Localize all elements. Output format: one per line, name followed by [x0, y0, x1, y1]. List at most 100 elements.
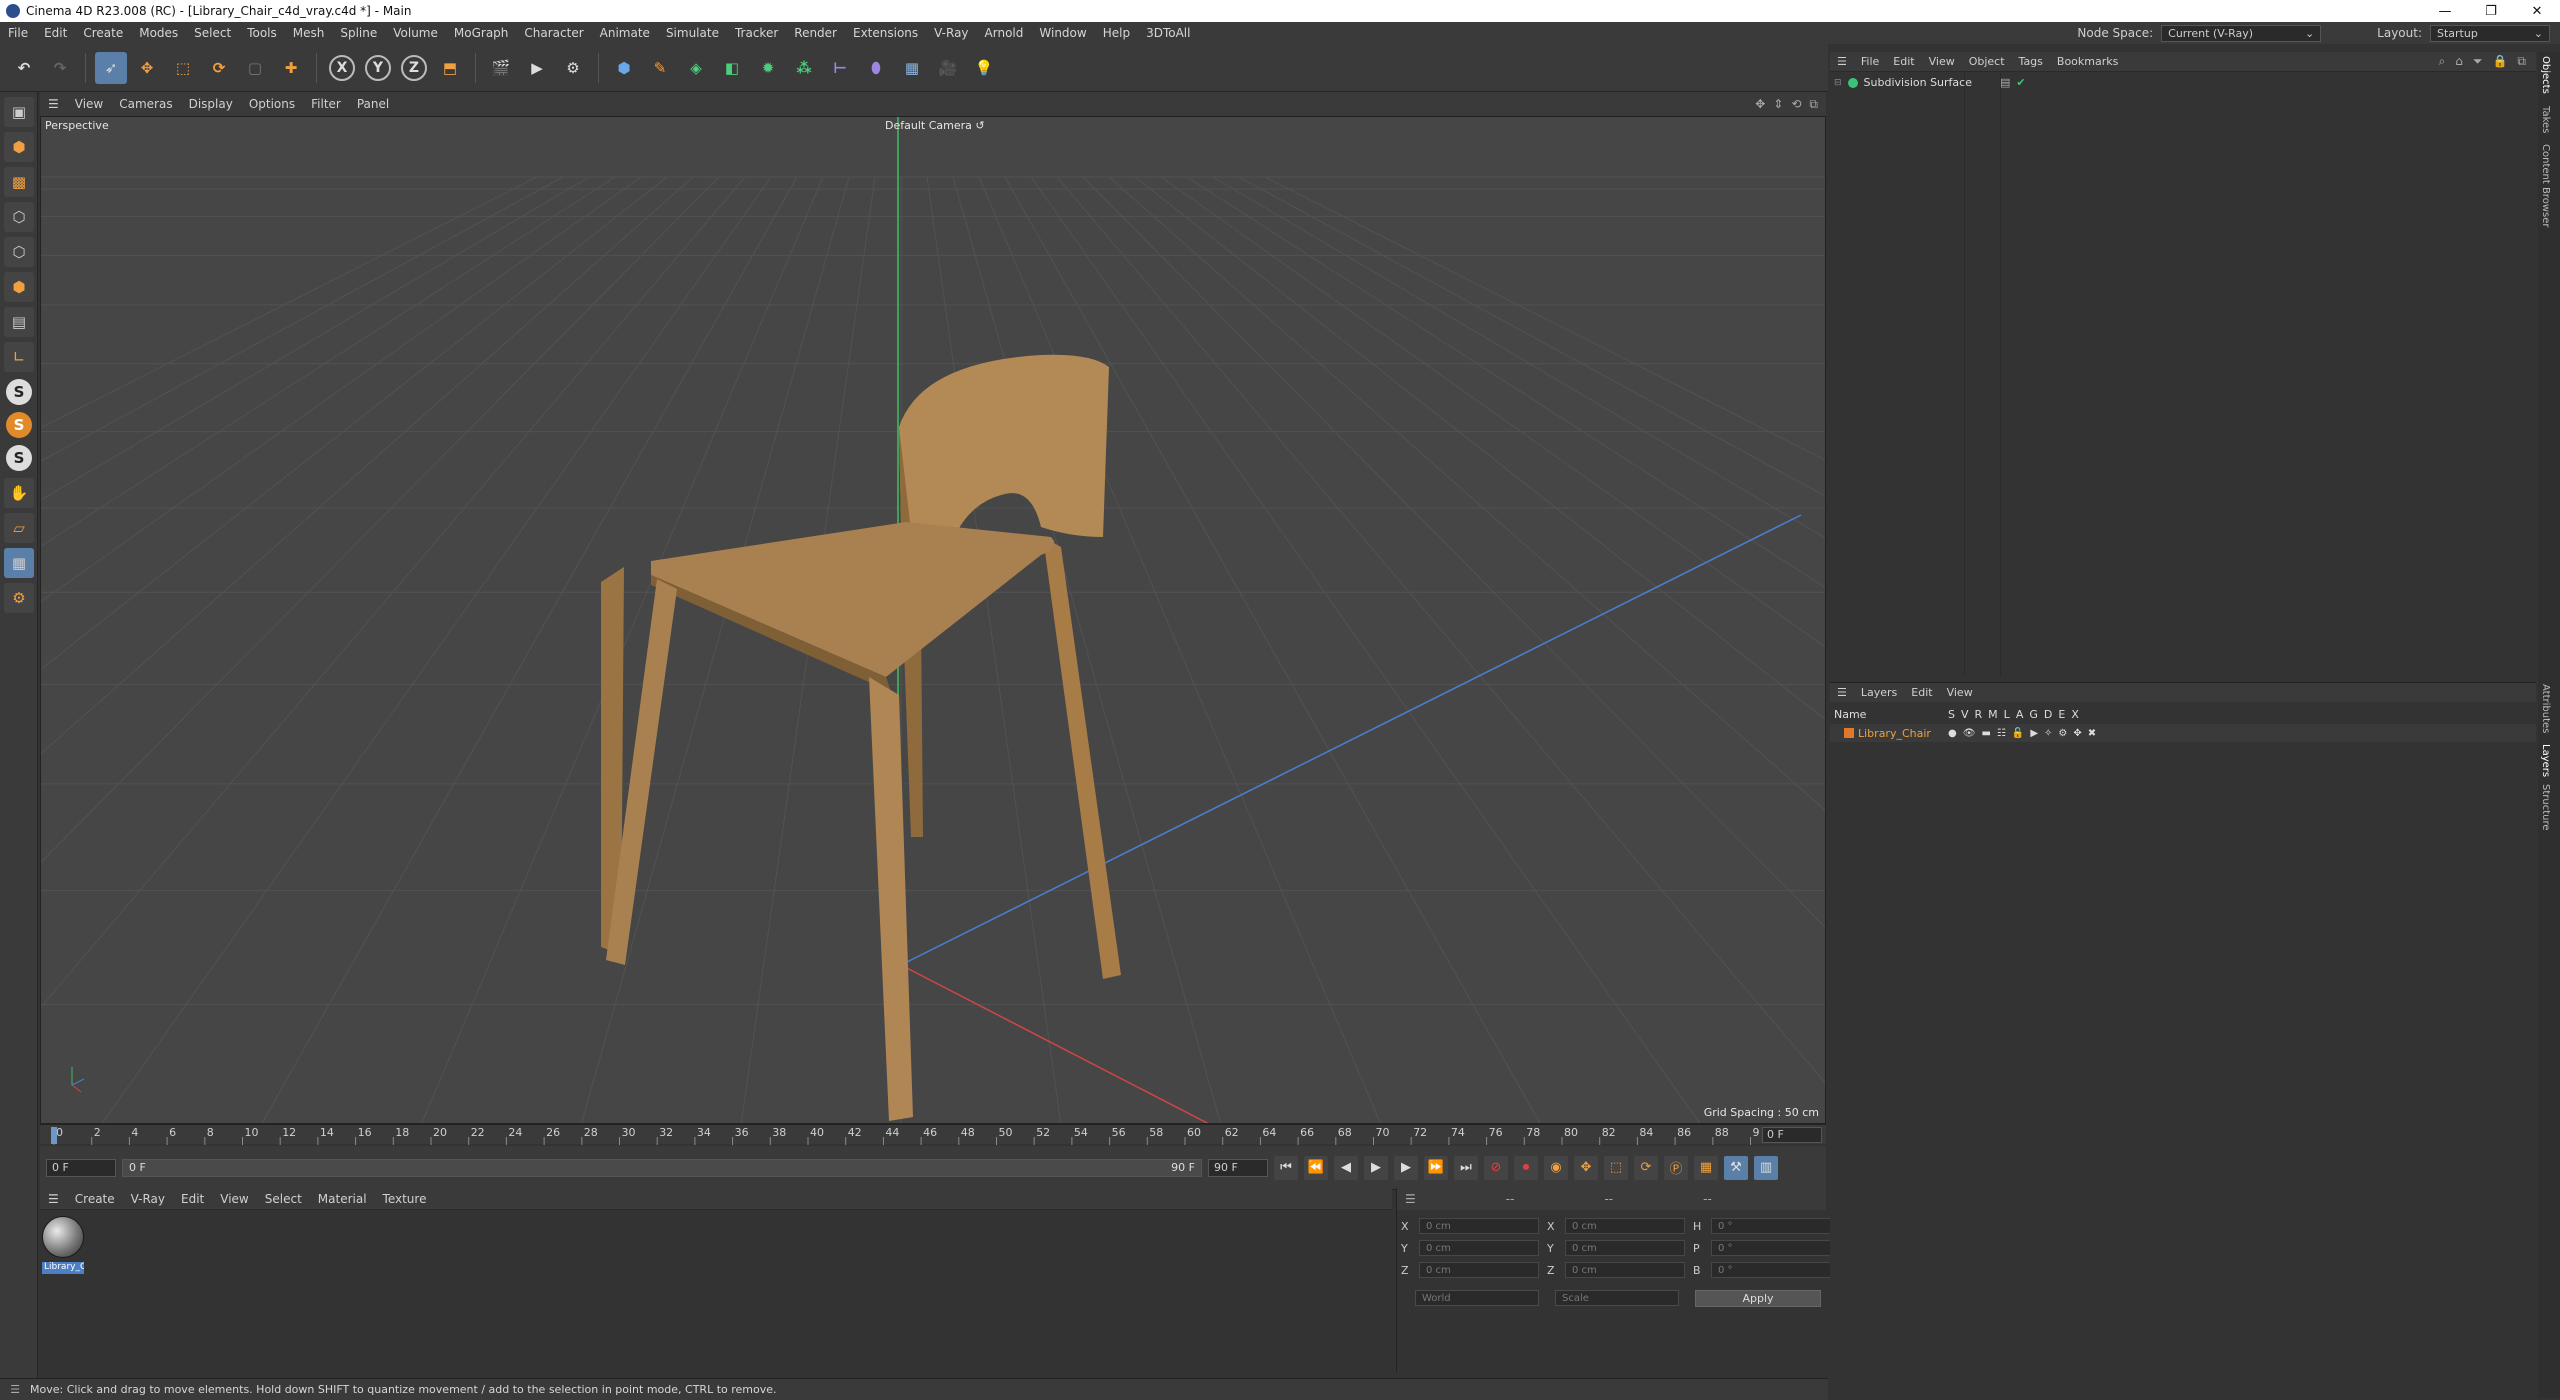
- locked-workplane-icon[interactable]: ▦: [4, 548, 34, 578]
- workplane-icon[interactable]: ▱: [4, 513, 34, 543]
- x-axis-lock-button[interactable]: X: [326, 52, 358, 84]
- material-menu-vray[interactable]: V-Ray: [123, 1192, 173, 1206]
- sculpt-brush-icon[interactable]: ✋: [4, 478, 34, 508]
- hamburger-icon[interactable]: ☰: [1830, 686, 1854, 699]
- z-axis-lock-button[interactable]: Z: [398, 52, 430, 84]
- cube-object-icon[interactable]: ⬢: [608, 52, 640, 84]
- menu-extensions[interactable]: Extensions: [845, 26, 926, 40]
- parameter-key-icon[interactable]: Ⓟ: [1664, 1155, 1688, 1180]
- pan-view-icon[interactable]: ✥: [1755, 97, 1765, 112]
- view-toggle-icon[interactable]: 👁: [1963, 728, 1976, 739]
- rotate-tool-icon[interactable]: ⟳: [203, 52, 235, 84]
- tab-takes[interactable]: Takes: [2540, 106, 2551, 133]
- motion-system-icon[interactable]: ⚒: [1724, 1155, 1748, 1180]
- render-region-icon[interactable]: 🎬: [485, 52, 517, 84]
- generators-toggle-icon[interactable]: ✧: [2044, 728, 2052, 739]
- menu-simulate[interactable]: Simulate: [658, 26, 727, 40]
- search-icon[interactable]: ⌕: [2439, 54, 2446, 69]
- hamburger-icon[interactable]: ☰: [40, 1192, 67, 1206]
- layer-row[interactable]: Library_Chair ● 👁 ▬ ☷ 🔓 ▶ ✧ ⚙ ✥ ✖: [1830, 724, 2536, 742]
- viewport-menu-panel[interactable]: Panel: [349, 97, 397, 111]
- position-key-icon[interactable]: ✥: [1574, 1155, 1598, 1180]
- layer-menu-view[interactable]: View: [1940, 686, 1980, 699]
- camera-icon[interactable]: 🎥: [932, 52, 964, 84]
- menu-mograph[interactable]: MoGraph: [446, 26, 517, 40]
- polygons-mode-icon[interactable]: ⬢: [4, 272, 34, 302]
- layer-menu-edit[interactable]: Edit: [1904, 686, 1939, 699]
- size-y-field[interactable]: 0 cm: [1565, 1240, 1685, 1256]
- pen-spline-icon[interactable]: ✎: [644, 52, 676, 84]
- tab-objects[interactable]: Objects: [2540, 56, 2551, 94]
- render-view-icon[interactable]: ▶: [521, 52, 553, 84]
- position-z-field[interactable]: 0 cm: [1419, 1262, 1539, 1278]
- rotation-key-icon[interactable]: ⟳: [1634, 1155, 1658, 1180]
- minimize-button[interactable]: —: [2422, 0, 2468, 22]
- timeline-ticks[interactable]: 0 2 4 6 8 10 12 14 16 18 20 22 24 26 28 30 32 34 36 38 40 42 4…: [40, 1125, 1760, 1145]
- axis-mode-icon[interactable]: ∟: [4, 342, 34, 372]
- play-icon[interactable]: ▶: [1364, 1155, 1388, 1180]
- object-menu-file[interactable]: File: [1854, 55, 1886, 68]
- enabled-check-icon[interactable]: ✔: [2016, 76, 2025, 89]
- model-mode-icon[interactable]: ⬢: [4, 132, 34, 162]
- field-icon[interactable]: ⬮: [860, 52, 892, 84]
- xpresso-icon[interactable]: ⚙: [4, 583, 34, 613]
- size-mode-select[interactable]: Scale: [1555, 1290, 1679, 1306]
- chair-model[interactable]: [601, 354, 1121, 1121]
- uv-mode-icon[interactable]: ▤: [4, 307, 34, 337]
- light-icon[interactable]: 💡: [968, 52, 1000, 84]
- points-mode-icon[interactable]: ⬡: [4, 202, 34, 232]
- dolly-view-icon[interactable]: ⇕: [1773, 97, 1783, 112]
- viewport-menu-display[interactable]: Display: [181, 97, 241, 111]
- material-preview-sphere[interactable]: [42, 1216, 84, 1258]
- y-axis-lock-button[interactable]: Y: [362, 52, 394, 84]
- object-menu-edit[interactable]: Edit: [1886, 55, 1921, 68]
- snap-settings-icon[interactable]: S: [6, 412, 32, 438]
- size-z-field[interactable]: 0 cm: [1565, 1262, 1685, 1278]
- timeline-ruler[interactable]: 0 2 4 6 8 10 12 14 16 18 20 22 24 26 28 30 32 34 36 38 40 42 4…: [40, 1124, 1826, 1145]
- previous-key-icon[interactable]: ⏪: [1304, 1155, 1328, 1180]
- cloner-icon[interactable]: ✹: [752, 52, 784, 84]
- menu-render[interactable]: Render: [786, 26, 845, 40]
- xref-toggle-icon[interactable]: ✖: [2088, 728, 2096, 739]
- menu-tracker[interactable]: Tracker: [727, 26, 786, 40]
- hamburger-icon[interactable]: ☰: [0, 1383, 30, 1396]
- extrude-generator-icon[interactable]: ◧: [716, 52, 748, 84]
- viewport-menu-filter[interactable]: Filter: [303, 97, 349, 111]
- lock-toggle-icon[interactable]: 🔓: [2012, 728, 2024, 739]
- playhead[interactable]: [51, 1127, 57, 1144]
- viewport-menu-options[interactable]: Options: [241, 97, 303, 111]
- render-toggle-icon[interactable]: ▬: [1981, 728, 1990, 739]
- mograph-icon[interactable]: ⁂: [788, 52, 820, 84]
- new-window-icon[interactable]: ⧉: [2517, 54, 2526, 69]
- hamburger-icon[interactable]: ☰: [40, 97, 67, 111]
- material-menu-view[interactable]: View: [212, 1192, 256, 1206]
- hamburger-icon[interactable]: ☰: [1830, 55, 1854, 68]
- expressions-toggle-icon[interactable]: ✥: [2073, 728, 2081, 739]
- menu-vray[interactable]: V-Ray: [926, 26, 976, 40]
- menu-select[interactable]: Select: [186, 26, 239, 40]
- coordinate-system-icon[interactable]: ⬒: [434, 52, 466, 84]
- manager-toggle-icon[interactable]: ☷: [1997, 728, 2006, 739]
- timeline-window-icon[interactable]: ▥: [1754, 1155, 1778, 1180]
- menu-window[interactable]: Window: [1031, 26, 1094, 40]
- maximize-view-icon[interactable]: ⧉: [1809, 97, 1818, 112]
- object-menu-object[interactable]: Object: [1962, 55, 2012, 68]
- apply-button[interactable]: Apply: [1695, 1290, 1821, 1307]
- layer-menu-layers[interactable]: Layers: [1854, 686, 1904, 699]
- point-level-key-icon[interactable]: ▦: [1694, 1155, 1718, 1180]
- deformers-toggle-icon[interactable]: ⚙: [2058, 728, 2067, 739]
- next-frame-icon[interactable]: ▶: [1394, 1155, 1418, 1180]
- material-menu-select[interactable]: Select: [257, 1192, 310, 1206]
- texture-mode-icon[interactable]: ▩: [4, 167, 34, 197]
- viewport-scene[interactable]: [41, 117, 1826, 1124]
- menu-edit[interactable]: Edit: [36, 26, 75, 40]
- live-selection-icon[interactable]: ➶: [95, 51, 127, 84]
- rotation-b-field[interactable]: 0 °: [1711, 1262, 1831, 1278]
- hamburger-icon[interactable]: ☰: [1405, 1192, 1416, 1206]
- lock-icon[interactable]: 🔒: [2492, 54, 2507, 69]
- max-time-field[interactable]: 90 F: [1208, 1158, 1268, 1177]
- material-menu-create[interactable]: Create: [67, 1192, 123, 1206]
- material-menu-texture[interactable]: Texture: [375, 1192, 435, 1206]
- material-menu-material[interactable]: Material: [310, 1192, 375, 1206]
- object-row[interactable]: ⊟ Subdivision Surface ▤ ✔: [1834, 76, 2026, 89]
